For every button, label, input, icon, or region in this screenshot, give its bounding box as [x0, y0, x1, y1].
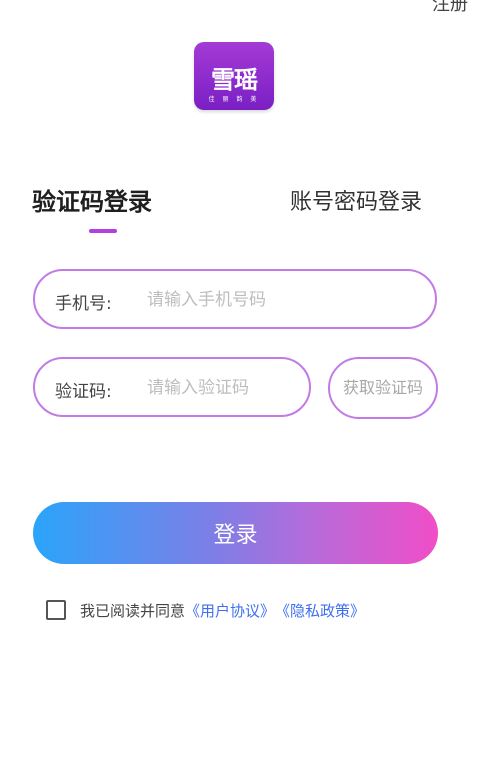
- phone-label: 手机号:: [55, 294, 112, 314]
- code-label: 验证码:: [55, 382, 112, 402]
- tab-password-login[interactable]: 账号密码登录: [290, 184, 422, 216]
- register-link[interactable]: 注册: [432, 0, 468, 16]
- code-input[interactable]: [145, 373, 299, 403]
- get-code-button[interactable]: 获取验证码: [328, 357, 438, 419]
- agreement-row: 我已阅读并同意 《用户协议》 《隐私政策》: [46, 598, 365, 622]
- app-logo: 雪瑶 佳 丽 韵 美: [194, 42, 274, 110]
- privacy-policy-link[interactable]: 《隐私政策》: [275, 600, 365, 621]
- tab-sms-login[interactable]: 验证码登录: [32, 182, 152, 217]
- logo-subtext: 佳 丽 韵 美: [208, 96, 260, 103]
- get-code-label: 获取验证码: [342, 378, 423, 397]
- agreement-text: 我已阅读并同意: [80, 601, 186, 620]
- user-agreement-link[interactable]: 《用户协议》: [185, 600, 275, 621]
- tab-active-indicator: [89, 229, 117, 233]
- phone-input[interactable]: [145, 285, 419, 315]
- logo-text: 雪瑶: [211, 66, 258, 94]
- phone-field: 手机号:: [33, 269, 437, 329]
- agree-checkbox[interactable]: [46, 600, 66, 620]
- code-field: 验证码:: [33, 357, 311, 417]
- login-button[interactable]: 登录: [33, 502, 438, 564]
